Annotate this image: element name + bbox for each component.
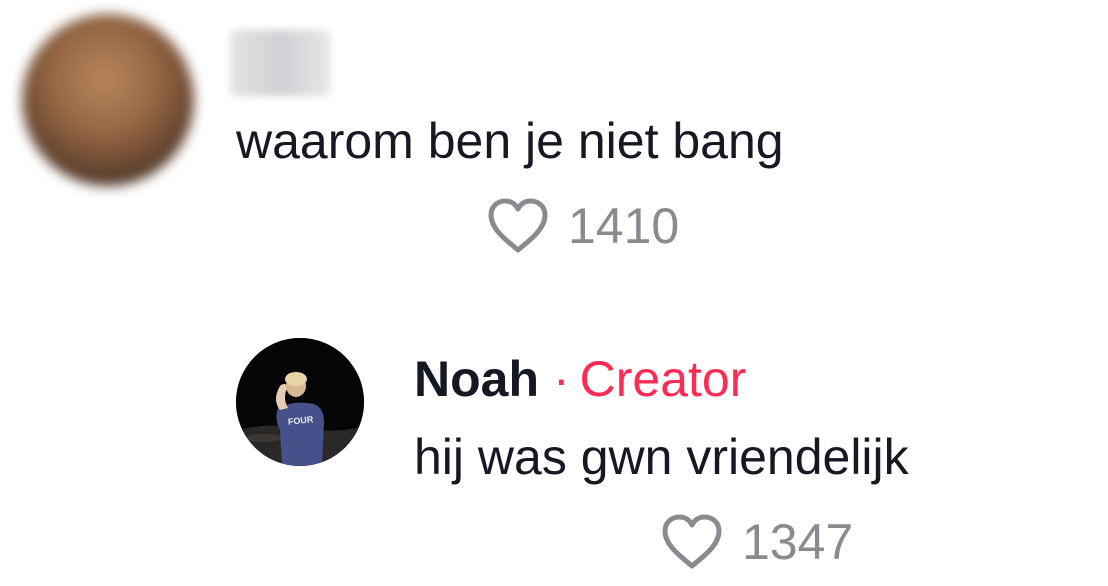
author-name[interactable]: Noah <box>414 351 539 407</box>
like-count: 1410 <box>568 198 680 254</box>
like-count: 1347 <box>742 514 854 570</box>
like-button[interactable]: 1347 <box>660 512 853 572</box>
reply-header: Noah · Creator <box>414 348 746 410</box>
like-button[interactable]: 1410 <box>486 196 679 256</box>
avatar[interactable] <box>22 14 194 186</box>
heart-outline-icon <box>662 514 722 569</box>
reply-text: hij was gwn vriendelijk <box>414 429 909 485</box>
username-redacted[interactable] <box>230 30 330 96</box>
separator-dot: · <box>553 351 570 407</box>
creator-badge: Creator <box>579 351 747 407</box>
avatar-photo: FOUR <box>236 338 364 466</box>
comment-text: waarom ben je niet bang <box>236 113 784 169</box>
heart-outline-icon <box>488 198 548 253</box>
avatar[interactable]: FOUR <box>236 338 364 466</box>
